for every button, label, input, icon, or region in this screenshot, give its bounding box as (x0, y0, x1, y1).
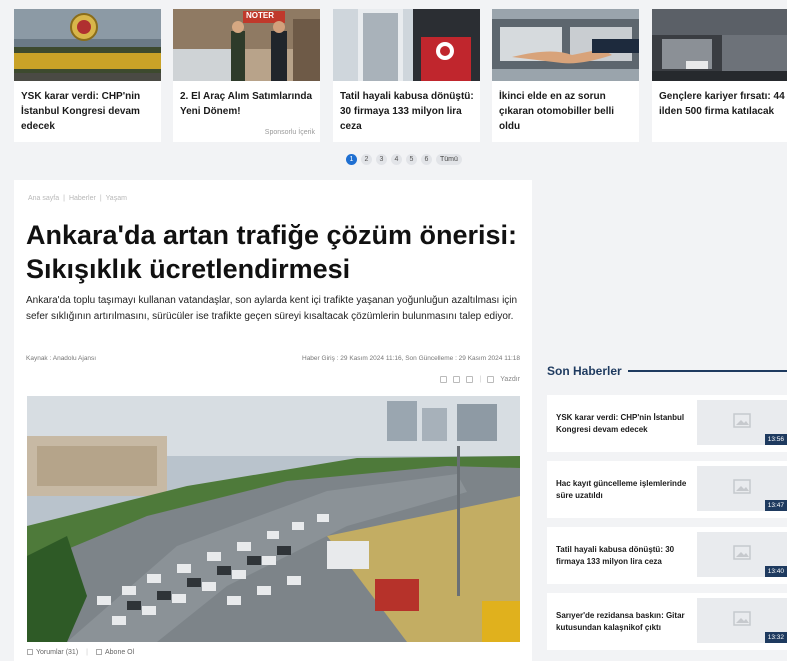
font-increase-icon[interactable] (466, 376, 474, 383)
card-title: Tatil hayali kabusa dönüştü: 30 firmaya … (340, 91, 474, 132)
image-placeholder-icon (733, 545, 751, 560)
card-title: İkinci elde en az sorun çıkaran otomobil… (499, 91, 615, 132)
slider-card[interactable]: Tatil hayali kabusa dönüştü: 30 firmaya … (333, 9, 480, 142)
date-label: Haber Giriş : 29 Kasım 2024 11:16, Son G… (302, 355, 520, 362)
page-title: Ankara'da artan trafiğe çözüm önerisi: S… (26, 220, 518, 284)
comments-label: Yorumlar (31) (36, 649, 79, 656)
slider-card[interactable]: İkinci elde en az sorun çıkaran otomobil… (492, 9, 639, 142)
slider-card[interactable]: NOTER 2. El Araç Alım Satımlarında Yeni … (173, 9, 320, 142)
card-title: 2. El Araç Alım Satımlarında Yeni Dönem! (180, 91, 313, 117)
card-image (333, 9, 480, 81)
article-lead: Ankara'da toplu taşımayı kullanan vatand… (26, 295, 518, 322)
page-dot[interactable]: 1 (346, 154, 357, 165)
article-tools: | Yazdır (440, 376, 520, 383)
article-photo (27, 396, 520, 642)
comments-button[interactable]: Yorumlar (31) (27, 649, 78, 656)
image-placeholder-icon (733, 479, 751, 494)
latest-news-heading: Son Haberler (547, 364, 787, 378)
sponsored-label: Sponsorlu İçerik (264, 129, 315, 136)
breadcrumb: Ana sayfa | Haberler | Yaşam (28, 195, 127, 202)
list-item[interactable]: Sarıyer'de rezidansa baskın: Gitar kutus… (547, 593, 787, 650)
card-title: YSK karar verdi: CHP'nin İstanbul Kongre… (21, 91, 141, 132)
source-label: Kaynak : Anadolu Ajansı (26, 355, 97, 362)
time-badge: 13:56 (764, 434, 787, 445)
card-image (652, 9, 787, 81)
card-image (492, 9, 639, 81)
time-badge: 13:40 (764, 566, 787, 577)
font-decrease-icon[interactable] (453, 376, 461, 383)
subscribe-label: Abone Ol (104, 649, 135, 656)
page-dot[interactable]: 5 (406, 154, 417, 165)
image-placeholder-icon (733, 611, 751, 626)
card-image (14, 9, 161, 81)
breadcrumb-home[interactable]: Ana sayfa (28, 195, 59, 202)
list-item[interactable]: YSK karar verdi: CHP'nin İstanbul Kongre… (547, 395, 787, 452)
image-placeholder-icon (733, 413, 751, 428)
slider-card[interactable]: Gençlere kariyer fırsatı: 44 ilden 500 f… (652, 9, 787, 142)
list-item[interactable]: Tatil hayali kabusa dönüştü: 30 firmaya … (547, 527, 787, 584)
print-button[interactable]: Yazdır (500, 376, 520, 383)
slider-card[interactable]: YSK karar verdi: CHP'nin İstanbul Kongre… (14, 9, 161, 142)
list-item-title: Tatil hayali kabusa dönüştü: 30 firmaya … (556, 544, 675, 566)
news-slider: YSK karar verdi: CHP'nin İstanbul Kongre… (14, 9, 787, 142)
list-item-title: Hac kayıt güncelleme işlemlerinde süre u… (556, 478, 687, 500)
article-actions: Yorumlar (31) | Abone Ol (27, 649, 134, 656)
list-item[interactable]: Hac kayıt güncelleme işlemlerinde süre u… (547, 461, 787, 518)
page-dot[interactable]: 4 (391, 154, 402, 165)
time-badge: 13:32 (764, 632, 787, 643)
page-dot[interactable]: 2 (361, 154, 372, 165)
card-image: NOTER (173, 9, 320, 81)
noter-sign: NOTER (246, 11, 274, 20)
list-item-title: YSK karar verdi: CHP'nin İstanbul Kongre… (556, 412, 685, 434)
card-title: Gençlere kariyer fırsatı: 44 ilden 500 f… (659, 91, 785, 117)
breadcrumb-category[interactable]: Yaşam (106, 195, 127, 202)
time-badge: 13:47 (764, 500, 787, 511)
all-button[interactable]: Tümü (436, 154, 462, 165)
sidebar-heading: Son Haberler (547, 364, 622, 378)
article: Ana sayfa | Haberler | Yaşam Ankara'da a… (14, 180, 532, 661)
subscribe-button[interactable]: Abone Ol (95, 649, 135, 656)
page-dot[interactable]: 6 (421, 154, 432, 165)
print-icon[interactable] (487, 376, 495, 383)
font-size-icon[interactable] (440, 376, 448, 383)
slider-pagination: 1 2 3 4 5 6 Tümü (346, 154, 462, 165)
breadcrumb-news[interactable]: Haberler (69, 195, 96, 202)
article-meta: Kaynak : Anadolu Ajansı Haber Giriş : 29… (26, 355, 520, 362)
page-dot[interactable]: 3 (376, 154, 387, 165)
list-item-title: Sarıyer'de rezidansa baskın: Gitar kutus… (556, 610, 685, 632)
